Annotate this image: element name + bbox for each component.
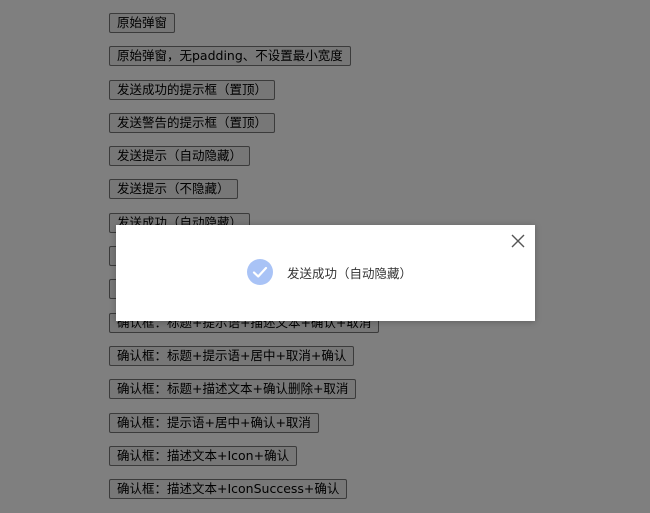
close-icon[interactable] <box>511 233 525 248</box>
check-circle-icon <box>247 259 273 285</box>
page: 原始弹窗 原始弹窗，无padding、不设置最小宽度 发送成功的提示框（置顶） … <box>0 0 650 513</box>
dialog-message: 发送成功（自动隐藏） <box>287 265 413 281</box>
success-toast-dialog: 发送成功（自动隐藏） <box>116 225 535 321</box>
dialog-body: 发送成功（自动隐藏） <box>247 259 412 285</box>
